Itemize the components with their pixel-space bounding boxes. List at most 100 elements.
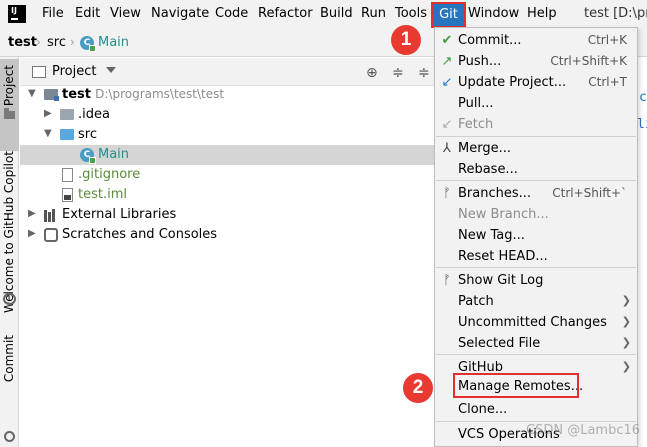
library-icon	[44, 208, 58, 222]
menu-item-shortcut: Ctrl+Shift+K	[550, 54, 627, 68]
menu-edit[interactable]: Edit	[75, 6, 100, 21]
menu-separator	[436, 354, 636, 355]
menu-item-push[interactable]: ↗ Push... Ctrl+Shift+K	[435, 51, 637, 72]
menu-separator	[436, 180, 636, 181]
tree-row-iml[interactable]: test.iml	[20, 185, 434, 205]
tree-label-gitignore: .gitignore	[78, 167, 141, 182]
menu-git[interactable]: Git	[431, 2, 466, 28]
source-folder-icon	[60, 129, 74, 140]
menu-item-commit[interactable]: ✔ Commit... Ctrl+K	[435, 30, 637, 51]
menu-refactor[interactable]: Refactor	[258, 6, 313, 21]
menu-window[interactable]: Window	[468, 6, 519, 21]
java-class-icon: C	[80, 36, 96, 52]
tree-row-src[interactable]: ▼ src	[20, 125, 434, 145]
breadcrumb-folder[interactable]: src	[47, 35, 66, 50]
iml-file-icon	[62, 188, 73, 202]
project-tool-button[interactable]: Project	[0, 59, 19, 151]
chevron-right-icon[interactable]: ▶	[28, 208, 36, 219]
menu-item-label: New Branch...	[458, 207, 549, 222]
chevron-down-icon[interactable]: ▼	[44, 128, 52, 139]
tree-row-main[interactable]: C Main	[20, 145, 434, 165]
tree-label-iml: test.iml	[78, 187, 127, 202]
menu-item-rebase[interactable]: Rebase...	[435, 159, 637, 180]
project-panel-header: Project ⊕ ≑ ≑	[20, 58, 434, 86]
menu-run[interactable]: Run	[361, 6, 386, 21]
menu-file[interactable]: File	[42, 6, 64, 21]
chevron-right-icon: ❯	[621, 294, 631, 307]
checkmark-icon: ✔	[441, 33, 453, 48]
locate-icon[interactable]: ⊕	[366, 65, 378, 81]
java-class-icon: C	[80, 148, 96, 164]
commit-tool-label[interactable]: Commit	[1, 335, 17, 382]
merge-icon: ⅄	[443, 141, 451, 156]
folder-icon	[4, 108, 15, 119]
chevron-right-icon: ❯	[621, 360, 631, 373]
menu-item-label: New Tag...	[458, 228, 525, 243]
menu-item-pull[interactable]: Pull...	[435, 93, 637, 114]
tree-label-src: src	[78, 127, 97, 142]
git-log-icon: ᚠ	[443, 273, 451, 288]
menu-item-label: Fetch	[458, 117, 494, 132]
editor-code-fragment: c	[639, 90, 647, 105]
tree-label-project: test D:\programs\test\test	[62, 87, 224, 102]
tree-row-gitignore[interactable]: .gitignore	[20, 165, 434, 185]
collapse-all-icon[interactable]: ≑	[392, 65, 404, 81]
menu-item-label: Patch	[458, 294, 494, 309]
menu-item-clone[interactable]: Clone...	[435, 399, 637, 420]
watermark: CSDN @Lambc16	[526, 423, 641, 438]
menu-item-label: Uncommitted Changes	[458, 315, 607, 330]
menu-item-patch[interactable]: Patch ❯	[435, 291, 637, 312]
menu-item-new-tag[interactable]: New Tag...	[435, 225, 637, 246]
commit-icon[interactable]	[4, 431, 15, 442]
menu-item-fetch: ↙ Fetch	[435, 114, 637, 135]
menu-help[interactable]: Help	[527, 6, 557, 21]
chevron-right-icon: ❯	[621, 336, 631, 349]
menu-item-new-branch: New Branch...	[435, 204, 637, 225]
folder-icon	[60, 109, 74, 120]
window-title: test [D:\pro	[584, 6, 647, 21]
menu-item-label: Push...	[458, 54, 502, 69]
scratches-icon	[44, 228, 58, 242]
editor-code-fragment: li	[637, 117, 647, 132]
menu-item-selected-file[interactable]: Selected File ❯	[435, 333, 637, 354]
breadcrumb-file[interactable]: Main	[98, 35, 129, 50]
push-arrow-icon: ↗	[441, 54, 453, 69]
menu-separator	[436, 136, 636, 137]
menu-item-label: Commit...	[458, 33, 522, 48]
breadcrumb-separator-icon: ›	[70, 35, 75, 49]
menu-view[interactable]: View	[110, 6, 141, 21]
tree-row-idea[interactable]: ▶ .idea	[20, 105, 434, 125]
expand-all-icon[interactable]: ≑	[418, 65, 430, 81]
manage-remotes-highlight	[453, 373, 579, 398]
menu-tools[interactable]: Tools	[395, 6, 427, 21]
tree-row-scratches[interactable]: ▶ Scratches and Consoles	[20, 225, 434, 245]
menu-item-uncommitted-changes[interactable]: Uncommitted Changes ❯	[435, 312, 637, 333]
menu-code[interactable]: Code	[215, 6, 248, 21]
step-badge-2: 2	[403, 373, 433, 403]
menu-item-reset-head[interactable]: Reset HEAD...	[435, 246, 637, 267]
menu-item-merge[interactable]: ⅄ Merge...	[435, 138, 637, 159]
tree-project-path: D:\programs\test\test	[95, 87, 225, 101]
panel-title[interactable]: Project	[52, 64, 96, 79]
menu-item-show-git-log[interactable]: ᚠ Show Git Log	[435, 270, 637, 291]
menu-item-label: Selected File	[458, 336, 541, 351]
breadcrumb-separator-icon: ›	[36, 35, 41, 49]
tree-row-external-libraries[interactable]: ▶ External Libraries	[20, 205, 434, 225]
tree-row-project[interactable]: ▼ test D:\programs\test\test	[20, 85, 434, 105]
menu-build[interactable]: Build	[320, 6, 353, 21]
project-folder-icon	[44, 89, 59, 101]
chevron-down-icon[interactable]: ▼	[28, 88, 36, 99]
copilot-tool-label[interactable]: Welcome to GitHub Copilot	[1, 151, 17, 313]
menu-item-branches[interactable]: ᚠ Branches... Ctrl+Shift+`	[435, 183, 637, 204]
menu-navigate[interactable]: Navigate	[151, 6, 209, 21]
branch-icon: ᚠ	[443, 186, 451, 201]
chevron-down-icon[interactable]	[106, 67, 116, 73]
menu-item-label: Pull...	[458, 96, 494, 111]
chevron-right-icon[interactable]: ▶	[44, 108, 52, 119]
menu-item-label: Show Git Log	[458, 273, 544, 288]
breadcrumb-project[interactable]: test	[8, 35, 37, 50]
tree-project-name: test	[62, 87, 91, 102]
menu-item-update-project[interactable]: ↙ Update Project... Ctrl+T	[435, 72, 637, 93]
copilot-icon[interactable]	[3, 293, 16, 305]
chevron-right-icon[interactable]: ▶	[28, 228, 36, 239]
